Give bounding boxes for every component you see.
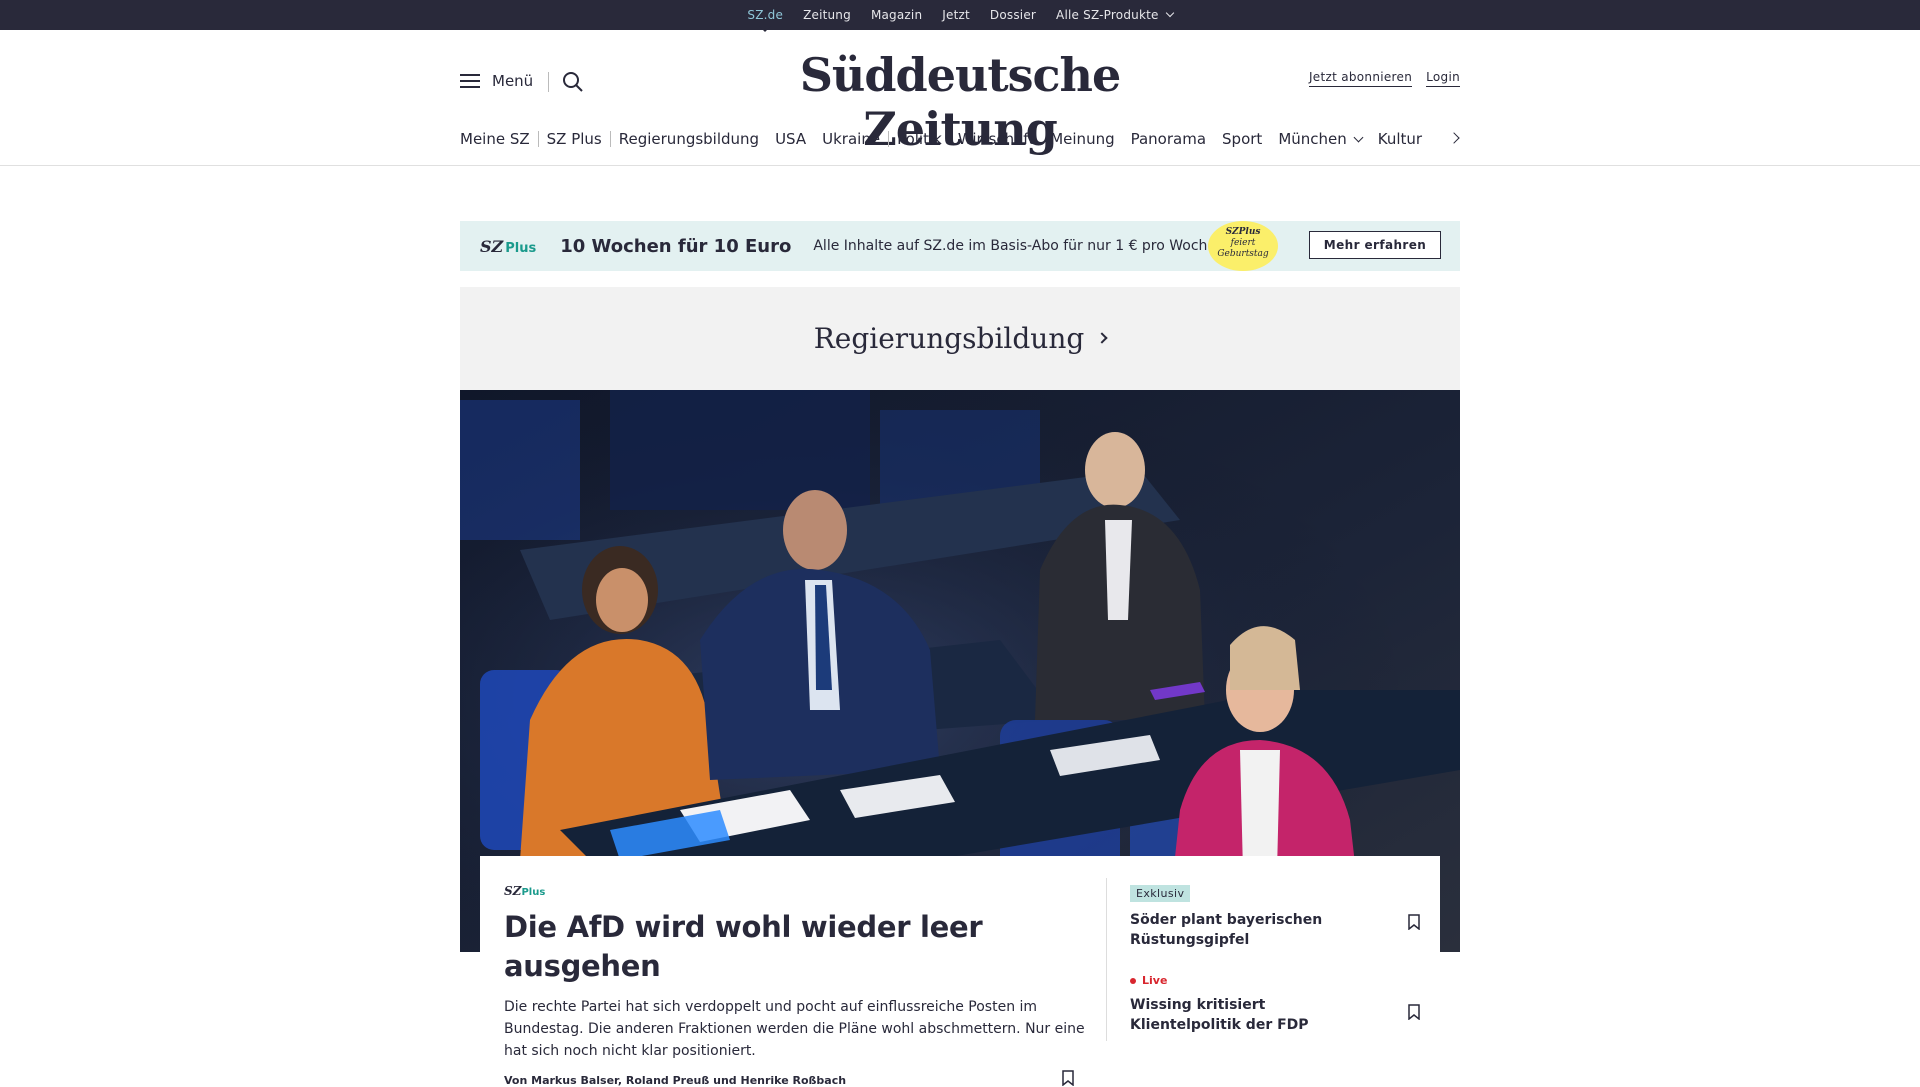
chevron-right-icon[interactable] xyxy=(1448,132,1460,144)
nav-item-wirtschaft[interactable]: Wirtschaft xyxy=(950,130,1042,148)
birthday-badge: SZPlus feiert Geburtstag xyxy=(1208,221,1278,271)
lead-byline: Von Markus Balser, Roland Preuß und Henr… xyxy=(504,1074,847,1087)
live-badge: Live xyxy=(1130,974,1420,987)
chevron-down-icon xyxy=(1165,8,1174,18)
search-icon[interactable] xyxy=(562,71,584,93)
nav-item-panorama[interactable]: Panorama xyxy=(1123,130,1214,148)
hamburger-icon xyxy=(460,74,480,88)
chevron-down-icon xyxy=(1353,132,1364,143)
lead-article[interactable]: SZPlus Die AfD wird wohl wieder leer aus… xyxy=(504,884,1094,1087)
topic-header[interactable]: Regierungsbildung xyxy=(460,287,1460,390)
product-dropdown[interactable]: Alle SZ-Produkte xyxy=(1056,8,1174,22)
section-nav: Meine SZ SZ Plus Regierungsbildung USA U… xyxy=(460,130,1460,148)
nav-item-regierungsbildung[interactable]: Regierungsbildung xyxy=(611,130,767,148)
nav-item-muenchen[interactable]: München xyxy=(1270,130,1369,148)
bookmark-icon[interactable] xyxy=(1408,1004,1420,1020)
nav-item-meinung[interactable]: Meinung xyxy=(1042,130,1122,148)
product-link-szde[interactable]: SZ.de xyxy=(747,8,783,32)
header-divider xyxy=(548,72,549,92)
promo-text: Alle Inhalte auf SZ.de im Basis-Abo für … xyxy=(813,238,1221,254)
account-links: Jetzt abonnieren Login xyxy=(1308,70,1460,87)
chevron-right-icon xyxy=(1096,331,1108,344)
nav-item-ukraine[interactable]: Ukraine xyxy=(814,130,888,148)
lead-headline[interactable]: Die AfD wird wohl wieder leer ausgehen xyxy=(504,908,1094,986)
side-article-title[interactable]: Wissing kritisiert Klientelpolitik der F… xyxy=(1130,995,1380,1035)
card-divider xyxy=(1106,878,1107,1041)
subscription-banner[interactable]: SZ Plus 10 Wochen für 10 Euro Alle Inhalt… xyxy=(460,221,1460,271)
nav-item-sz-plus[interactable]: SZ Plus xyxy=(539,130,610,148)
nav-item-kultur[interactable]: Kultur xyxy=(1370,130,1430,148)
product-link-magazin[interactable]: Magazin xyxy=(871,8,922,22)
nav-item-sport[interactable]: Sport xyxy=(1214,130,1270,148)
bookmark-icon[interactable] xyxy=(1408,914,1420,930)
nav-item-muenchen-label: München xyxy=(1278,130,1347,148)
topic-title: Regierungsbildung xyxy=(813,322,1085,355)
product-dropdown-label: Alle SZ-Produkte xyxy=(1056,8,1159,22)
login-link[interactable]: Login xyxy=(1426,70,1460,87)
site-header: Menü Süddeutsche Zeitung Jetzt abonniere… xyxy=(0,30,1920,166)
promo-headline: 10 Wochen für 10 Euro xyxy=(560,235,792,257)
nav-item-usa[interactable]: USA xyxy=(767,130,814,148)
sz-plus-logo: SZ Plus xyxy=(480,236,537,256)
nav-item-politik[interactable]: Politik xyxy=(889,130,950,148)
side-article[interactable]: Exklusiv Söder plant bayerischen Rüstung… xyxy=(1130,882,1420,950)
menu-label: Menü xyxy=(492,72,534,90)
bookmark-icon[interactable] xyxy=(1062,1070,1074,1086)
menu-button[interactable]: Menü xyxy=(460,72,533,90)
side-article-title[interactable]: Söder plant bayerischen Rüstungsgipfel xyxy=(1130,910,1380,950)
lead-teaser: Die rechte Partei hat sich verdoppelt un… xyxy=(504,999,1085,1059)
subscribe-link[interactable]: Jetzt abonnieren xyxy=(1308,70,1413,87)
learn-more-button[interactable]: Mehr erfahren xyxy=(1309,231,1441,259)
lead-article-card: SZPlus Die AfD wird wohl wieder leer aus… xyxy=(480,856,1440,1087)
product-link-zeitung[interactable]: Zeitung xyxy=(803,8,851,22)
product-link-dossier[interactable]: Dossier xyxy=(990,8,1036,22)
exclusive-badge: Exklusiv xyxy=(1130,885,1191,902)
nav-item-meine-sz[interactable]: Meine SZ xyxy=(460,130,538,148)
sz-plus-kicker: SZPlus xyxy=(504,884,546,898)
product-link-jetzt[interactable]: Jetzt xyxy=(942,8,970,22)
side-article[interactable]: Live Wissing kritisiert Klientelpolitik … xyxy=(1130,974,1420,1035)
product-bar: SZ.de Zeitung Magazin Jetzt Dossier Alle… xyxy=(0,0,1920,32)
live-dot-icon xyxy=(1130,977,1136,984)
